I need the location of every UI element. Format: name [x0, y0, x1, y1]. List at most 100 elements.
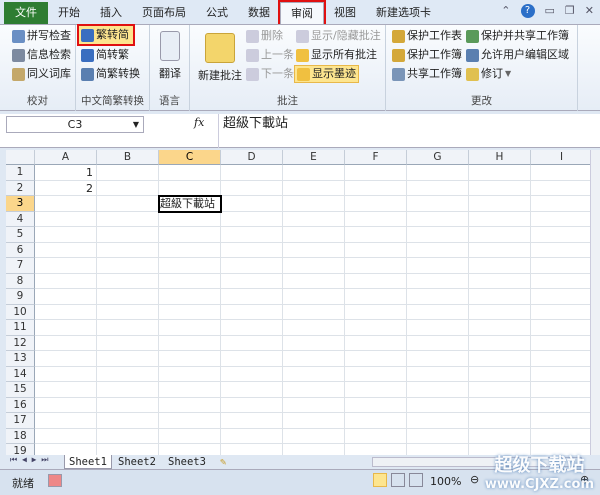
tab-new[interactable]: 新建选项卡 [366, 2, 441, 24]
cell-C18[interactable] [159, 429, 221, 445]
tab-review[interactable]: 审阅 [280, 2, 324, 24]
row-header-3[interactable]: 3 [6, 196, 35, 212]
cell-I12[interactable] [531, 336, 590, 352]
cell-E3[interactable] [283, 196, 345, 212]
row-header-7[interactable]: 7 [6, 258, 35, 274]
cell-H14[interactable] [469, 367, 531, 383]
cell-H16[interactable] [469, 398, 531, 414]
row-header-18[interactable]: 18 [6, 429, 35, 445]
cell-A16[interactable] [35, 398, 97, 414]
cell-I8[interactable] [531, 274, 590, 290]
restore-icon[interactable]: ❐ [565, 4, 575, 18]
cell-I18[interactable] [531, 429, 590, 445]
cell-I16[interactable] [531, 398, 590, 414]
cell-C4[interactable] [159, 212, 221, 228]
zoom-level[interactable]: 100% [430, 475, 461, 488]
close-icon[interactable]: ✕ [585, 4, 594, 18]
cell-E2[interactable] [283, 181, 345, 197]
cell-F5[interactable] [345, 227, 407, 243]
cell-A6[interactable] [35, 243, 97, 259]
cell-B3[interactable] [97, 196, 159, 212]
cell-G6[interactable] [407, 243, 469, 259]
cell-H9[interactable] [469, 289, 531, 305]
cell-F18[interactable] [345, 429, 407, 445]
cell-I1[interactable] [531, 165, 590, 181]
cell-C11[interactable] [159, 320, 221, 336]
row-header-16[interactable]: 16 [6, 398, 35, 414]
track-changes-button[interactable]: 修订▼ [466, 65, 511, 83]
cell-I5[interactable] [531, 227, 590, 243]
delete-comment-button[interactable]: 删除 [246, 27, 283, 45]
new-comment-button[interactable]: 新建批注 [194, 33, 246, 83]
column-header-E[interactable]: E [283, 150, 345, 165]
row-header-4[interactable]: 4 [6, 212, 35, 228]
next-comment-button[interactable]: 下一条 [246, 65, 294, 83]
cell-E8[interactable] [283, 274, 345, 290]
cell-F12[interactable] [345, 336, 407, 352]
tab-page-layout[interactable]: 页面布局 [132, 2, 196, 24]
cell-B8[interactable] [97, 274, 159, 290]
name-box[interactable]: C3▼ [6, 116, 144, 133]
cell-F11[interactable] [345, 320, 407, 336]
column-header-F[interactable]: F [345, 150, 407, 165]
cell-B10[interactable] [97, 305, 159, 321]
cell-F14[interactable] [345, 367, 407, 383]
cell-C13[interactable] [159, 351, 221, 367]
cell-A12[interactable] [35, 336, 97, 352]
cell-C12[interactable] [159, 336, 221, 352]
cell-G19[interactable] [407, 444, 469, 455]
cell-D18[interactable] [221, 429, 283, 445]
tab-insert[interactable]: 插入 [90, 2, 132, 24]
cell-G3[interactable] [407, 196, 469, 212]
cell-B18[interactable] [97, 429, 159, 445]
cell-A18[interactable] [35, 429, 97, 445]
cell-I4[interactable] [531, 212, 590, 228]
cell-C10[interactable] [159, 305, 221, 321]
column-header-C[interactable]: C [159, 150, 221, 165]
cell-E16[interactable] [283, 398, 345, 414]
cell-C7[interactable] [159, 258, 221, 274]
cell-G16[interactable] [407, 398, 469, 414]
cell-H4[interactable] [469, 212, 531, 228]
cell-D5[interactable] [221, 227, 283, 243]
cell-C17[interactable] [159, 413, 221, 429]
cell-B6[interactable] [97, 243, 159, 259]
cell-E14[interactable] [283, 367, 345, 383]
cell-E1[interactable] [283, 165, 345, 181]
cell-C1[interactable] [159, 165, 221, 181]
cell-F10[interactable] [345, 305, 407, 321]
cell-I11[interactable] [531, 320, 590, 336]
row-header-8[interactable]: 8 [6, 274, 35, 290]
cell-G12[interactable] [407, 336, 469, 352]
cell-D16[interactable] [221, 398, 283, 414]
cell-E9[interactable] [283, 289, 345, 305]
cell-I7[interactable] [531, 258, 590, 274]
tab-data[interactable]: 数据 [238, 2, 280, 24]
cell-I14[interactable] [531, 367, 590, 383]
cell-D7[interactable] [221, 258, 283, 274]
cell-D8[interactable] [221, 274, 283, 290]
sheet-tab-sheet1[interactable]: Sheet1 [64, 455, 112, 469]
cell-A8[interactable] [35, 274, 97, 290]
cell-F7[interactable] [345, 258, 407, 274]
cell-H12[interactable] [469, 336, 531, 352]
cell-E5[interactable] [283, 227, 345, 243]
cell-H5[interactable] [469, 227, 531, 243]
zoom-out-icon[interactable]: ⊖ [470, 473, 479, 486]
cell-G7[interactable] [407, 258, 469, 274]
row-header-12[interactable]: 12 [6, 336, 35, 352]
cell-G1[interactable] [407, 165, 469, 181]
cell-F19[interactable] [345, 444, 407, 455]
cell-D14[interactable] [221, 367, 283, 383]
cell-D3[interactable] [221, 196, 283, 212]
cell-F16[interactable] [345, 398, 407, 414]
show-hide-comment-button[interactable]: 显示/隐藏批注 [296, 27, 381, 45]
cell-F17[interactable] [345, 413, 407, 429]
cell-G14[interactable] [407, 367, 469, 383]
cell-C6[interactable] [159, 243, 221, 259]
row-header-17[interactable]: 17 [6, 413, 35, 429]
cell-A5[interactable] [35, 227, 97, 243]
cell-I15[interactable] [531, 382, 590, 398]
row-header-15[interactable]: 15 [6, 382, 35, 398]
cell-H2[interactable] [469, 181, 531, 197]
